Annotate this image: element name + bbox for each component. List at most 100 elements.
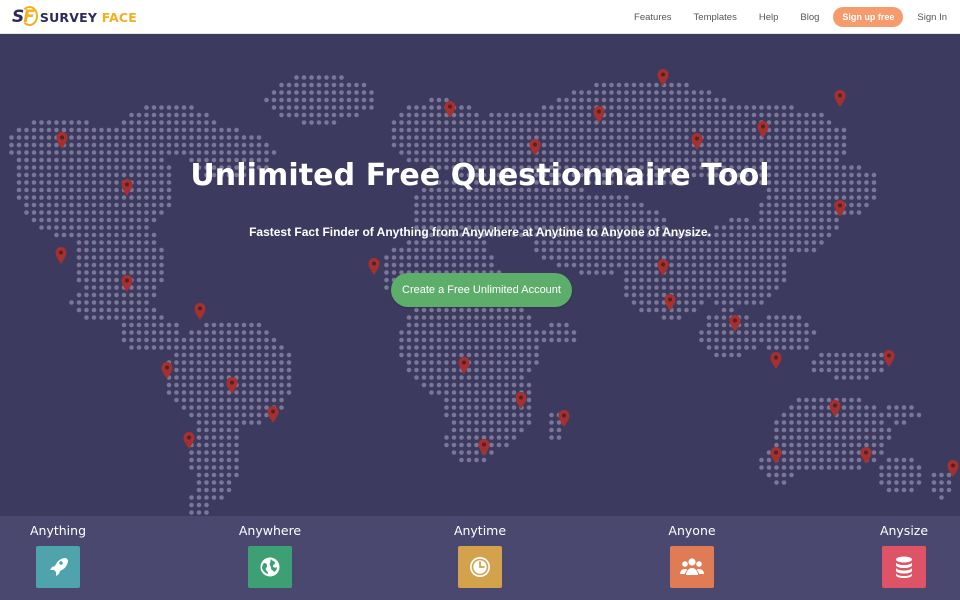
nav-item-help[interactable]: Help [748, 12, 790, 23]
map-dot [31, 210, 37, 215]
map-dot [346, 82, 352, 88]
map-dot [631, 105, 637, 110]
map-dot [706, 240, 712, 245]
clock-icon[interactable] [458, 546, 502, 588]
people-icon[interactable] [670, 546, 714, 588]
map-dot [766, 345, 772, 350]
map-dot [189, 345, 194, 350]
map-dot [669, 277, 674, 283]
map-dot [766, 217, 772, 223]
map-dot [309, 90, 314, 95]
map-dot [804, 112, 809, 118]
map-dot [871, 450, 877, 455]
map-dot [151, 330, 157, 335]
rocket-icon[interactable] [36, 546, 80, 588]
map-dot [459, 345, 464, 350]
map-dot [774, 420, 779, 425]
map-dot [211, 435, 217, 440]
map-dot [526, 360, 532, 365]
map-dot [121, 142, 127, 148]
map-dot [76, 210, 82, 215]
map-pin-icon [691, 133, 703, 150]
map-dot [774, 270, 779, 275]
map-dot [556, 150, 562, 155]
map-dot [811, 465, 817, 470]
map-dot [751, 112, 757, 118]
map-dot [639, 210, 644, 215]
map-dot [654, 105, 659, 110]
map-dot [834, 435, 839, 440]
map-dot [706, 277, 712, 283]
map-dot [466, 375, 472, 380]
map-dot [556, 105, 562, 110]
map-dot [429, 135, 434, 140]
map-dot [789, 127, 794, 133]
map-dot [211, 390, 217, 395]
map-dot [834, 375, 839, 380]
map-dot [699, 127, 704, 133]
map-dot [196, 397, 202, 403]
map-dot [751, 322, 757, 328]
signin-link[interactable]: Sign In [906, 12, 960, 23]
map-dot [579, 105, 584, 110]
map-dot [744, 112, 749, 118]
signup-button[interactable]: Sign up free [833, 7, 904, 27]
map-dot [601, 262, 607, 268]
map-dot [474, 120, 479, 125]
map-dot [939, 487, 944, 493]
map-dot [609, 217, 614, 223]
map-dot [31, 217, 37, 223]
surveyface-logo[interactable]: SF SURVEY FACE [12, 6, 137, 28]
create-account-button[interactable]: Create a Free Unlimited Account [391, 273, 572, 307]
map-dot [271, 105, 277, 110]
map-dot [219, 390, 224, 395]
database-icon[interactable] [882, 546, 926, 588]
nav-item-templates[interactable]: Templates [683, 12, 748, 23]
map-dot [249, 412, 254, 418]
map-dot [159, 202, 164, 208]
map-dot [586, 240, 592, 245]
globe-icon[interactable] [248, 546, 292, 588]
map-dot [459, 382, 464, 388]
map-dot [481, 240, 487, 245]
map-dot [811, 435, 817, 440]
map-dot [489, 427, 494, 433]
map-dot [91, 292, 97, 298]
map-dot [436, 382, 442, 388]
map-dot [196, 112, 202, 118]
map-dot [781, 210, 787, 215]
map-dot [256, 135, 262, 140]
map-dot [106, 210, 112, 215]
map-dot [196, 427, 202, 433]
map-dot [676, 142, 682, 148]
map-dot [241, 345, 247, 350]
map-dot [571, 150, 577, 155]
map-dot [121, 307, 127, 313]
map-dot [511, 330, 517, 335]
nav-item-blog[interactable]: Blog [789, 12, 830, 23]
map-dot [676, 97, 682, 103]
map-dot [31, 120, 37, 125]
map-dot [481, 247, 487, 253]
map-dot [181, 112, 187, 118]
map-dot [226, 150, 232, 155]
map-dot [616, 82, 622, 88]
nav-item-features[interactable]: Features [623, 12, 683, 23]
map-dot [414, 330, 419, 335]
map-dot [121, 195, 127, 200]
map-dot [541, 210, 547, 215]
map-dot [84, 247, 89, 253]
map-dot [534, 352, 539, 358]
map-dot [204, 382, 209, 388]
map-dot [159, 210, 164, 215]
map-dot [91, 255, 97, 260]
map-dot [211, 337, 217, 343]
map-dot [204, 375, 209, 380]
map-dot [414, 307, 419, 313]
map-dot [414, 202, 419, 208]
map-dot [826, 450, 832, 455]
map-dot [151, 127, 157, 133]
map-dot [894, 405, 899, 410]
map-dot [481, 337, 487, 343]
map-dot [504, 420, 509, 425]
